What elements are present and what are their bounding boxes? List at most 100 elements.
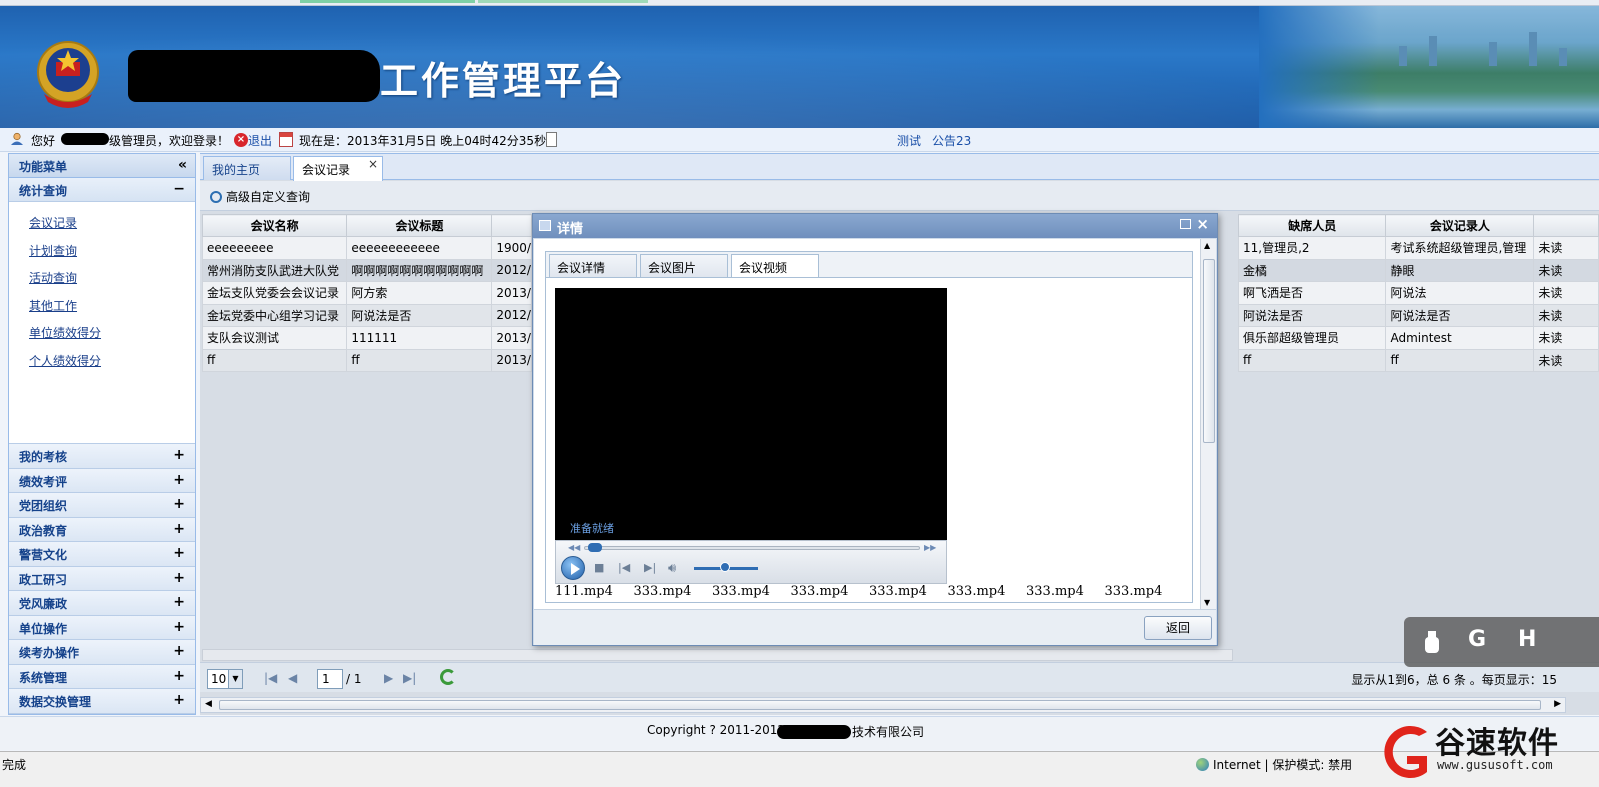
video-file-item[interactable]: 111.mp4 [555, 584, 634, 599]
sidebar-group[interactable]: 系统管理 + [9, 664, 195, 689]
sidebar-link-activity-query[interactable]: 活动查询 [9, 263, 195, 291]
stop-icon[interactable]: ■ [594, 561, 604, 574]
logout-icon[interactable]: × [234, 133, 248, 147]
volume-thumb[interactable] [720, 562, 730, 572]
sidebar-group[interactable]: 我的考核 + [9, 444, 195, 469]
sidebar-group[interactable]: 党团组织 + [9, 493, 195, 518]
table-row[interactable]: 支队会议测试 111111 2013/ [202, 326, 532, 350]
expand-icon[interactable]: + [173, 472, 185, 488]
tab-meeting-details[interactable]: 会议详情 [549, 254, 637, 278]
expand-icon[interactable]: + [173, 643, 185, 659]
sidebar-group[interactable]: 续考办操作 + [9, 640, 195, 665]
scrollbar-thumb[interactable] [219, 700, 1541, 710]
tab-meeting-records[interactable]: 会议记录 × [293, 156, 383, 181]
volume-icon[interactable]: 🔊︎ [668, 561, 676, 576]
widget-letter-g[interactable]: G [1468, 627, 1486, 652]
back-button[interactable]: 返回 [1144, 616, 1212, 640]
collapse-icon[interactable]: − [173, 181, 185, 197]
seek-bar[interactable] [584, 546, 920, 550]
table-row[interactable]: 金橘 静眼 未读 [1237, 258, 1599, 282]
video-file-item[interactable]: 333.mp4 [1026, 584, 1105, 599]
maximize-icon[interactable] [1180, 219, 1191, 229]
video-file-item[interactable]: 333.mp4 [948, 584, 1027, 599]
next-page-icon[interactable]: ▶ [384, 671, 393, 685]
column-header-absent[interactable]: 缺席人员 [1237, 214, 1387, 237]
expand-icon[interactable]: + [173, 692, 185, 708]
video-file-item[interactable]: 333.mp4 [634, 584, 713, 599]
column-header-recorder[interactable]: 会议记录人 [1385, 214, 1535, 237]
sidebar-group[interactable]: 绩效考评 + [9, 468, 195, 493]
expand-icon[interactable]: + [173, 619, 185, 635]
table-row[interactable]: 11,管理员,2 考试系统超级管理员,管理 未读 [1237, 236, 1599, 260]
notice-link[interactable]: 公告23 [932, 132, 971, 149]
last-page-icon[interactable]: ▶| [403, 671, 416, 685]
close-icon[interactable]: × [1196, 215, 1209, 233]
scroll-left-icon[interactable]: ◀ [205, 699, 212, 709]
sidebar-group[interactable]: 政工研习 + [9, 566, 195, 591]
video-file-item[interactable]: 333.mp4 [791, 584, 870, 599]
sidebar-group[interactable]: 警营文化 + [9, 542, 195, 567]
table-row[interactable]: 啊飞洒是否 阿说法 未读 [1237, 281, 1599, 305]
close-tab-icon[interactable]: × [368, 157, 378, 171]
expand-icon[interactable]: + [173, 570, 185, 586]
sidebar-group[interactable]: 单位操作 + [9, 615, 195, 640]
previous-icon[interactable]: |◀ [618, 561, 630, 574]
column-header-date[interactable] [491, 214, 532, 237]
tab-meeting-images[interactable]: 会议图片 [640, 254, 728, 278]
sidebar-link-unit-score[interactable]: 单位绩效得分 [9, 318, 195, 346]
sidebar-link-plan-query[interactable]: 计划查询 [9, 236, 195, 264]
sidebar-link-other-work[interactable]: 其他工作 [9, 291, 195, 319]
expand-icon[interactable]: + [173, 496, 185, 512]
scrollbar-thumb[interactable] [1203, 259, 1215, 443]
refresh-icon[interactable] [440, 669, 456, 685]
expand-icon[interactable]: + [173, 447, 185, 463]
collapse-sidebar-icon[interactable]: « [178, 157, 187, 173]
play-button[interactable] [561, 556, 585, 580]
sidebar-link-personal-score[interactable]: 个人绩效得分 [9, 346, 195, 374]
grid-horizontal-scrollbar[interactable] [202, 649, 1233, 661]
first-page-icon[interactable]: |◀ [264, 671, 277, 685]
next-icon[interactable]: ▶| [644, 561, 656, 574]
chevron-down-icon[interactable]: ▼ [228, 670, 242, 688]
fast-forward-icon[interactable]: ▶▶ [924, 543, 936, 552]
table-row[interactable]: eeeeeeeee eeeeeeeeeeee 1900/ [202, 236, 532, 260]
tab-meeting-video[interactable]: 会议视频 [731, 254, 819, 279]
browser-tab-indicator-2[interactable] [478, 0, 648, 3]
expand-icon[interactable]: + [173, 521, 185, 537]
page-size-select[interactable]: 10 ▼ [207, 669, 243, 689]
rewind-icon[interactable]: ◀◀ [568, 543, 580, 552]
advanced-query-button[interactable]: 高级自定义查询 [210, 188, 310, 205]
table-row[interactable]: 俱乐部超级管理员 Admintest 未读 [1237, 326, 1599, 350]
column-header-meeting-title[interactable]: 会议标题 [346, 214, 493, 237]
column-header-status[interactable] [1533, 214, 1599, 237]
seek-thumb[interactable] [588, 543, 602, 552]
document-icon[interactable] [546, 132, 557, 147]
table-row[interactable]: 阿说法是否 阿说法是否 未读 [1237, 303, 1599, 327]
video-file-item[interactable]: 333.mp4 [712, 584, 791, 599]
table-row[interactable]: ff ff 未读 [1237, 348, 1599, 372]
browser-tab-indicator[interactable] [300, 0, 475, 3]
sidebar-group[interactable]: 数据交换管理 + [9, 689, 195, 714]
test-link[interactable]: 测试 [897, 132, 921, 149]
table-row[interactable]: 常州消防支队武进大队党 啊啊啊啊啊啊啊啊啊啊啊 2012/ [202, 258, 532, 282]
table-row[interactable]: 金坛支队党委会会议记录 阿方索 2013/ [202, 281, 532, 305]
expand-icon[interactable]: + [173, 668, 185, 684]
usb-icon[interactable] [1422, 629, 1442, 655]
dialog-vertical-scrollbar[interactable]: ▲ ▼ [1200, 239, 1216, 609]
sidebar-group[interactable]: 党风廉政 + [9, 591, 195, 616]
scroll-right-icon[interactable]: ▶ [1554, 699, 1561, 709]
video-player-screen[interactable]: 准备就绪 [555, 288, 947, 540]
dialog-titlebar[interactable]: 详情 × [533, 214, 1217, 238]
page-number-input[interactable]: 1 [317, 669, 343, 689]
page-horizontal-scrollbar[interactable]: ◀ ▶ [200, 697, 1566, 713]
expand-icon[interactable]: + [173, 594, 185, 610]
logout-link[interactable]: 退出 [248, 132, 272, 149]
sidebar-group[interactable]: 政治教育 + [9, 517, 195, 542]
table-row[interactable]: 金坛党委中心组学习记录 阿说法是否 2012/ [202, 303, 532, 327]
widget-letter-h[interactable]: H [1518, 627, 1536, 652]
video-file-item[interactable]: 333.mp4 [869, 584, 948, 599]
prev-page-icon[interactable]: ◀ [288, 671, 297, 685]
table-row[interactable]: ff ff 2013/ [202, 348, 532, 372]
tab-home[interactable]: 我的主页 [203, 156, 291, 180]
video-file-item[interactable]: 333.mp4 [1105, 584, 1182, 599]
